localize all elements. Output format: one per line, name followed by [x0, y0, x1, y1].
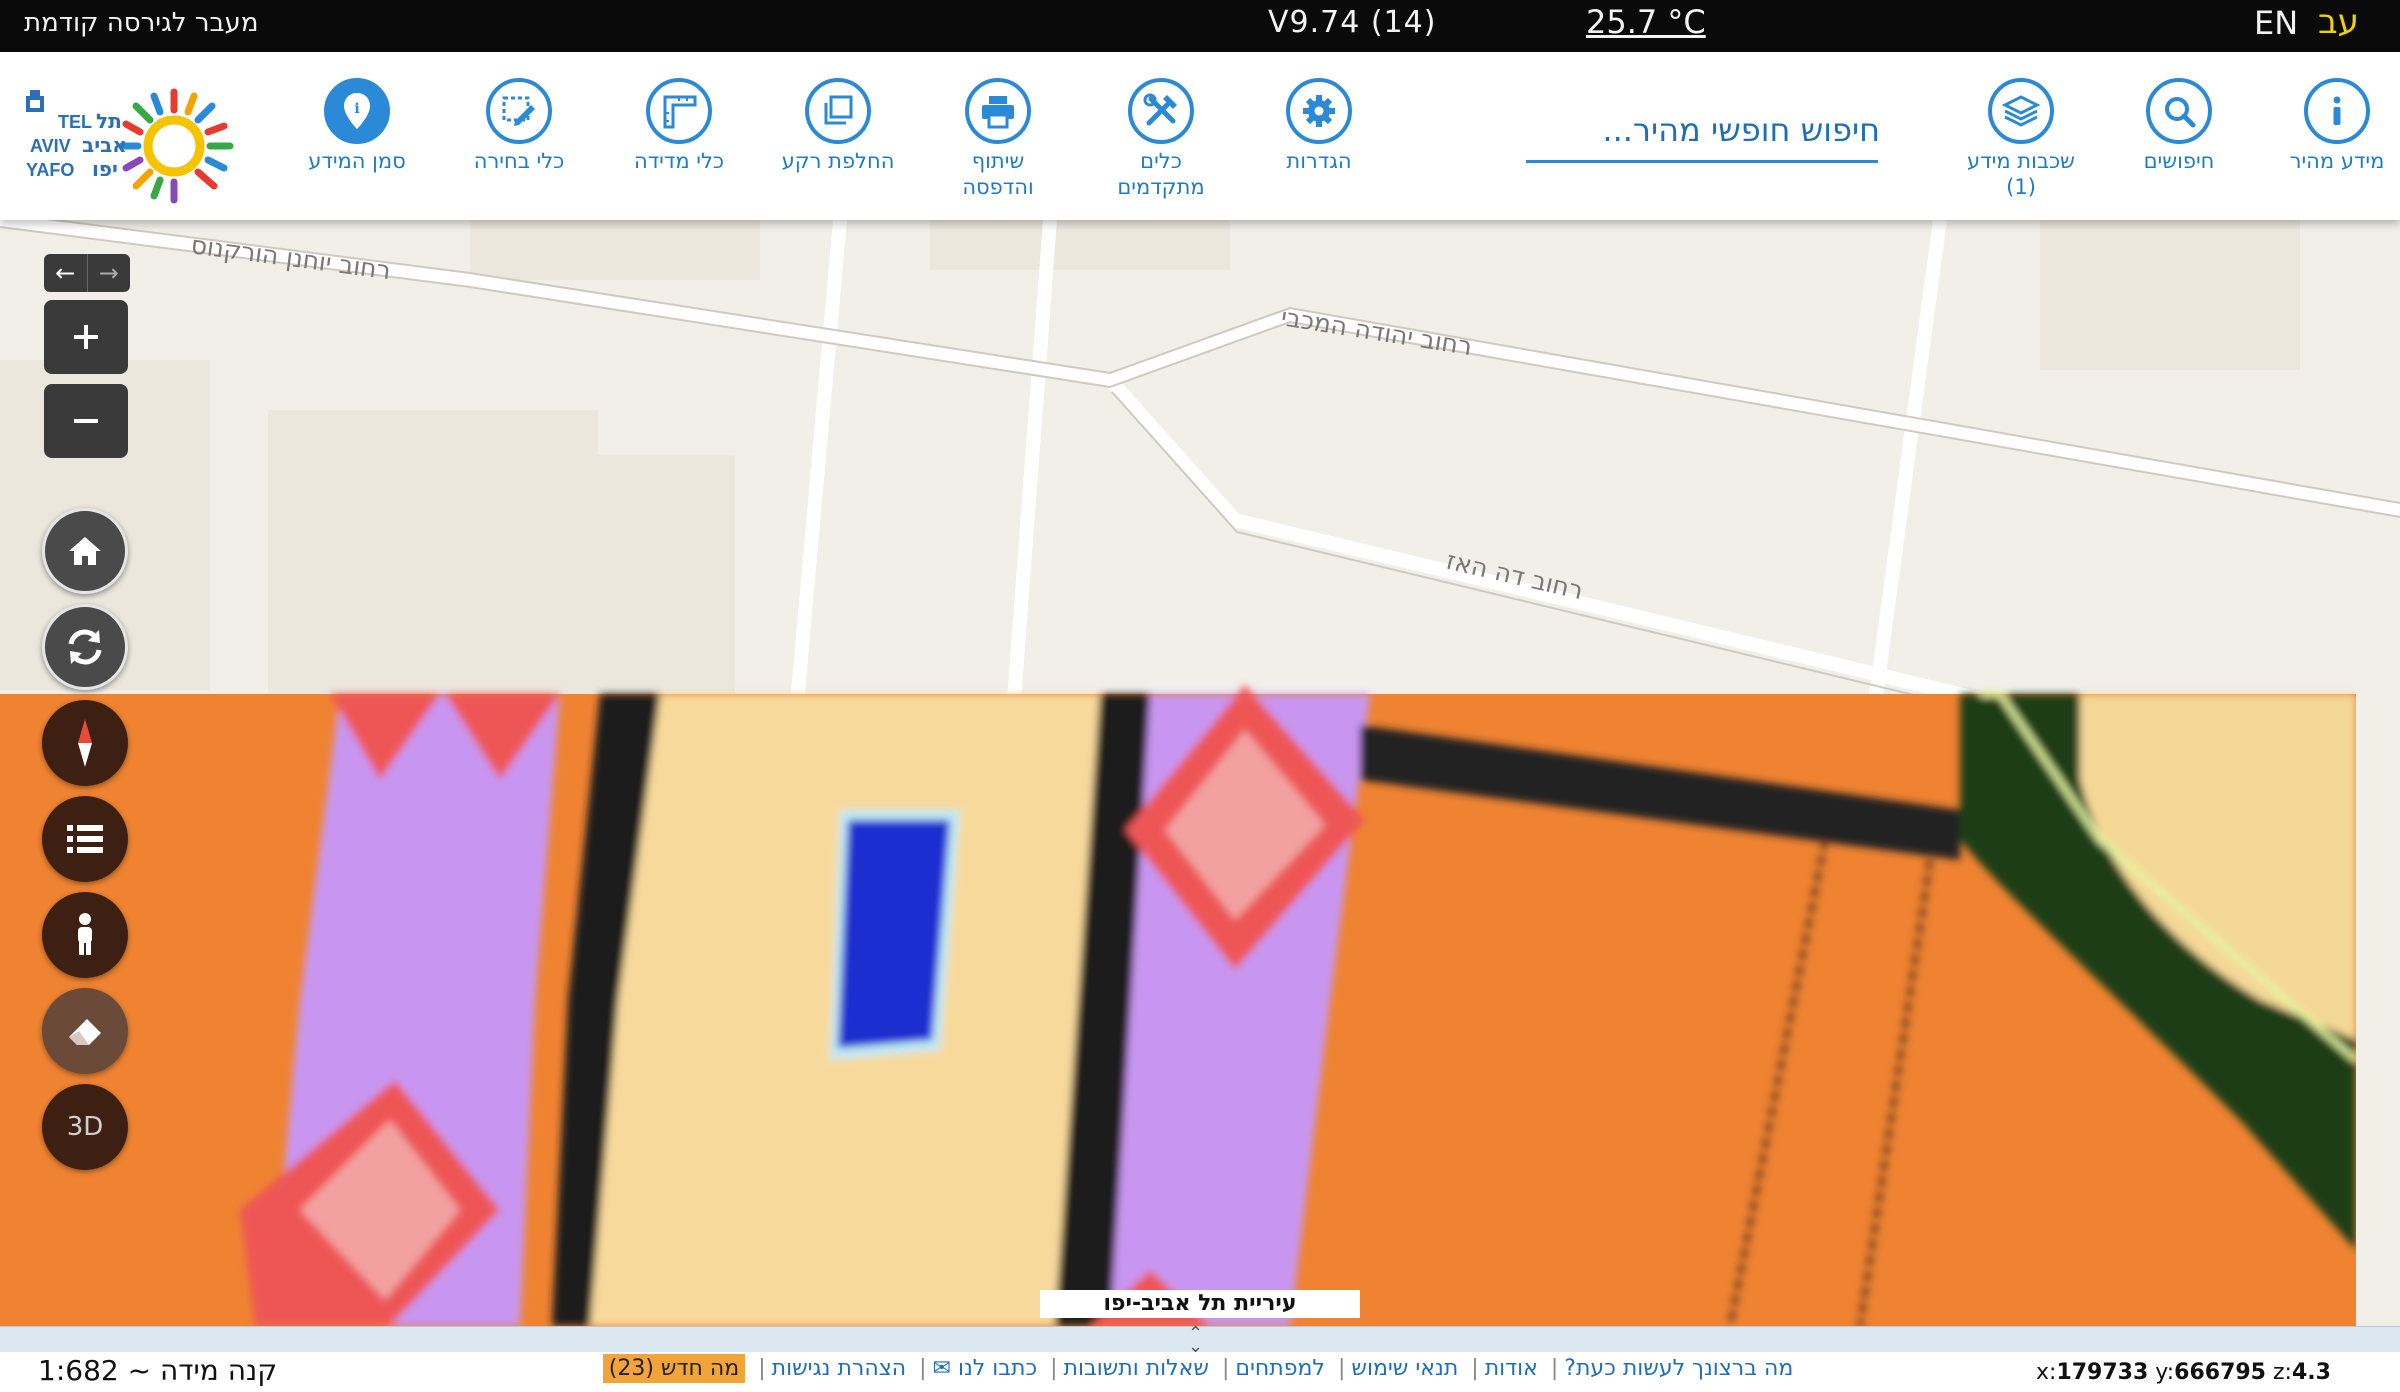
previous-version-link[interactable]: מעבר לגירסה קודמת [24, 8, 258, 38]
main-toolbar: TEL AVIV YAFO תל אביב יפו i סמן המידע כל… [0, 52, 2400, 220]
footer-bar: קנה מידה ~ 1:682 מה ברצונך לעשות כעת?| א… [0, 1352, 2400, 1392]
home-icon [69, 537, 101, 565]
coord-y-label: y: [2155, 1360, 2175, 1385]
3d-label: 3D [66, 1112, 104, 1142]
municipality-attribution: עיריית תל אביב-יפו [1040, 1290, 1360, 1318]
svg-text:i: i [354, 101, 359, 117]
search-icon [2146, 78, 2212, 144]
info-icon [2304, 78, 2370, 144]
settings-label: הגדרות [1286, 149, 1352, 173]
measure-tool-label: כלי מדידה [633, 149, 725, 173]
quick-info-label: מידע מהיר [2289, 149, 2385, 173]
logo-burst-icon [118, 88, 234, 204]
language-en-button[interactable]: EN [2254, 4, 2298, 42]
footer-link-developers[interactable]: למפתחים [1235, 1356, 1325, 1381]
marker-tool-label: סמן המידע [308, 149, 406, 173]
footer-link-contact[interactable]: כתבו לנו ✉ [933, 1356, 1038, 1381]
searches-label: חיפושים [2143, 149, 2215, 173]
person-icon [78, 913, 92, 955]
advanced-tools-button[interactable]: כלים מתקדמים [1086, 78, 1236, 200]
logo-yafo-text: YAFO [26, 160, 74, 180]
street-view-button[interactable] [42, 892, 128, 978]
coord-x-label: x: [2036, 1360, 2057, 1385]
resize-grip-icon: ⌃ ⌄ [1188, 1323, 1204, 1357]
layers-count: (1) [2006, 175, 2036, 199]
footer-link-faq[interactable]: שאלות ותשובות [1064, 1356, 1209, 1381]
advanced-label-line2: מתקדמים [1117, 175, 1205, 199]
select-tool-label: כלי בחירה [473, 149, 565, 173]
municipal-emblem-icon [26, 90, 44, 112]
layers-icon [1988, 78, 2054, 144]
coord-z-value: 4.3 [2291, 1360, 2331, 1385]
share-label-line1: שיתוף [971, 149, 1025, 173]
zoom-out-button[interactable] [44, 384, 128, 458]
select-tool-button[interactable]: כלי בחירה [444, 78, 594, 174]
back-arrow-icon[interactable]: ← [44, 254, 87, 292]
language-he-button[interactable]: עב [2318, 2, 2359, 42]
gear-icon [1286, 78, 1352, 144]
selection-pen-icon [486, 78, 552, 144]
coord-x-value: 179733 [2056, 1360, 2149, 1385]
plus-icon [74, 325, 98, 349]
history-nav: ← → [44, 254, 130, 292]
logo-he-1-text: תל [96, 109, 122, 133]
map-canvas[interactable]: רחוב יוחנן הורקנוס רחוב יהודה המכבי רחוב… [0, 212, 2400, 1327]
coord-z-label: z: [2273, 1360, 2292, 1385]
layers-button[interactable]: שכבות מידע (1) [1946, 78, 2096, 200]
list-icon [67, 825, 103, 853]
coord-y-value: 666795 [2174, 1360, 2266, 1385]
scale-readout: קנה מידה ~ 1:682 [38, 1354, 278, 1387]
logo-he-3-text: יפו [92, 157, 118, 181]
compass-button[interactable] [42, 700, 128, 786]
tools-icon [1128, 78, 1194, 144]
zoom-in-button[interactable] [44, 300, 128, 374]
quick-info-button[interactable]: מידע מהיר [2262, 78, 2400, 174]
version-label: V9.74 (14) [1268, 5, 1437, 40]
whats-new-badge[interactable]: מה חדש (23) [602, 1354, 746, 1383]
footer-link-terms[interactable]: תנאי שימוש [1351, 1356, 1458, 1381]
printer-icon [965, 78, 1031, 144]
footer-links: מה ברצונך לעשות כעת?| אודות| תנאי שימוש|… [578, 1354, 1818, 1383]
settings-button[interactable]: הגדרות [1244, 78, 1394, 174]
share-print-button[interactable]: שיתוף והדפסה [923, 78, 1073, 200]
home-button[interactable] [42, 508, 128, 594]
basemap-tool-button[interactable]: החלפת רקע [763, 78, 913, 174]
tel-aviv-logo[interactable]: TEL AVIV YAFO תל אביב יפו [22, 80, 252, 205]
layers-label-line1: שכבות מידע [1967, 149, 2075, 173]
legend-button[interactable] [42, 796, 128, 882]
refresh-button[interactable] [42, 604, 128, 690]
land-use-overlay [0, 685, 2400, 1327]
marker-tool-button[interactable]: i סמן המידע [282, 78, 432, 174]
logo-aviv-text: AVIV [30, 136, 71, 156]
share-label-line2: והדפסה [962, 175, 1034, 199]
footer-link-what-to-do[interactable]: מה ברצונך לעשות כעת? [1564, 1356, 1793, 1381]
copy-layers-icon [805, 78, 871, 144]
basemap-tool-label: החלפת רקע [781, 149, 895, 173]
footer-link-accessibility[interactable]: הצהרת נגישות [772, 1356, 907, 1381]
forward-arrow-icon[interactable]: → [86, 254, 131, 292]
coordinates-readout: x:179733 y:666795 z:4.3 [2036, 1360, 2331, 1385]
temperature-link[interactable]: 25.7 °C [1586, 3, 1706, 41]
quick-search-input[interactable] [1526, 102, 1882, 158]
eraser-icon [69, 1019, 101, 1045]
compass-icon [78, 719, 92, 767]
logo-he-2-text: אביב [82, 133, 127, 157]
advanced-label-line1: כלים [1140, 149, 1182, 173]
footer-link-about[interactable]: אודות [1485, 1356, 1538, 1381]
logo-tel-text: TEL [58, 112, 92, 132]
map-pin-icon: i [324, 78, 390, 144]
eraser-button[interactable] [42, 988, 128, 1074]
3d-view-button[interactable]: 3D [42, 1084, 128, 1170]
ruler-icon [646, 78, 712, 144]
quick-search-box[interactable] [1526, 102, 1882, 163]
refresh-icon [68, 629, 102, 665]
searches-button[interactable]: חיפושים [2104, 78, 2254, 174]
minus-icon [74, 419, 98, 423]
top-bar: מעבר לגירסה קודמת V9.74 (14) 25.7 °C EN … [0, 0, 2400, 52]
measure-tool-button[interactable]: כלי מדידה [604, 78, 754, 174]
panel-resize-handle[interactable]: ⌃ ⌄ [0, 1323, 2400, 1357]
